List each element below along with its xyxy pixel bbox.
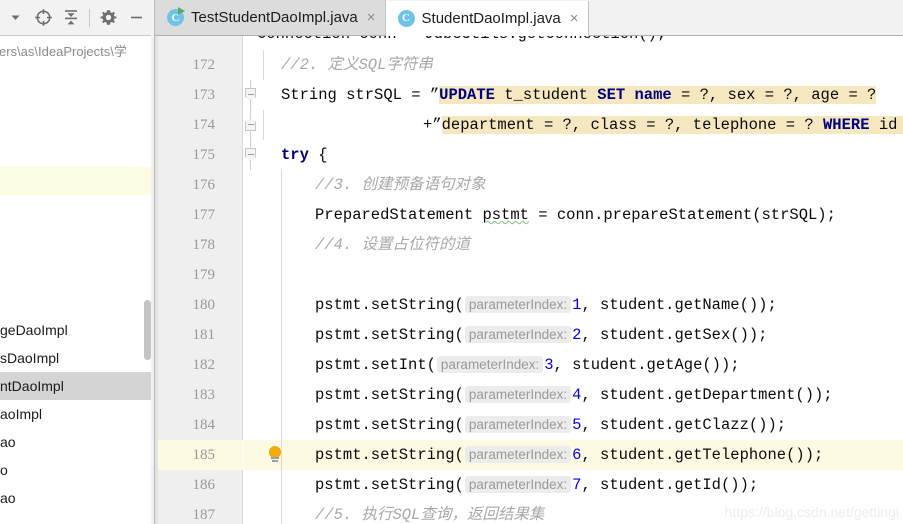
project-scrollbar-thumb[interactable]	[144, 300, 151, 360]
toolbar-separator	[89, 8, 90, 27]
tree-highlight-band	[0, 167, 151, 195]
breadcrumb: ers\as\IdeaProjects\学	[0, 37, 151, 63]
code-text: pstmt.setString(parameterIndex: 2, studen…	[315, 326, 768, 344]
collapse-all-icon[interactable]	[58, 5, 84, 31]
line-number: 183	[192, 387, 216, 403]
project-scrollbar[interactable]	[144, 37, 151, 524]
idea-window: ers\as\IdeaProjects\学 geDaoImpl sDaoImpl…	[0, 0, 903, 524]
tab-label: TestStudentDaoImpl.java	[191, 9, 358, 26]
line-number: 176	[192, 177, 216, 193]
parameter-hint: parameterIndex:	[464, 296, 572, 313]
code-text: PreparedStatement pstmt = conn.prepareSt…	[315, 206, 836, 224]
line-number: 182	[192, 357, 216, 373]
line-number: 184	[192, 417, 216, 433]
java-class-icon: C	[397, 9, 415, 27]
fold-marker[interactable]	[245, 110, 256, 140]
java-test-class-icon: C	[167, 7, 185, 26]
parameter-hint: parameterIndex:	[436, 356, 544, 373]
line-185: 185 pstmt.setString(parameterIndex: 6, st…	[155, 440, 903, 470]
line-177: 177 PreparedStatement pstmt = conn.prepa…	[155, 200, 903, 230]
breadcrumb-path: ers\as\IdeaProjects\学	[0, 43, 127, 59]
watermark: https://blog.csdn.net/gettingi	[724, 504, 899, 520]
code-editor[interactable]: Connection conn = JdbcUtils.getConnectio…	[155, 36, 903, 524]
line-179: 179	[155, 260, 903, 290]
code-text: pstmt.setInt(parameterIndex: 3, student.g…	[315, 356, 740, 374]
line-178: 178 //4. 设置占位符的道	[155, 230, 903, 260]
line-176: 176 //3. 创建预备语句对象	[155, 170, 903, 200]
tree-item-1[interactable]: sDaoImpl	[0, 344, 151, 372]
line-number: 172	[192, 57, 216, 73]
line-181: 181 pstmt.setString(parameterIndex: 2, st…	[155, 320, 903, 350]
line-number: 180	[192, 297, 216, 313]
code-text: pstmt.setString(parameterIndex: 7, studen…	[315, 476, 759, 494]
parameter-hint: parameterIndex:	[464, 446, 572, 463]
tree-item-6[interactable]: ao	[0, 484, 151, 512]
hide-panel-icon[interactable]	[123, 5, 149, 31]
line-number: 173	[192, 87, 216, 103]
editor-lines: 172 //2. 定义SQL字符串 173 String strSQL = ”U…	[155, 36, 903, 524]
line-number: 177	[192, 207, 216, 223]
tree-item-3[interactable]: aoImpl	[0, 400, 151, 428]
line-180: 180 pstmt.setString(parameterIndex: 1, st…	[155, 290, 903, 320]
line-number: 175	[192, 147, 216, 163]
line-173: 173 String strSQL = ”UPDATE t_student SE…	[155, 80, 903, 110]
tab-studentdaoimpl[interactable]: C StudentDaoImpl.java ×	[385, 1, 589, 36]
line-number: 187	[192, 507, 216, 523]
close-icon[interactable]: ×	[367, 9, 376, 26]
tab-label: StudentDaoImpl.java	[421, 9, 561, 27]
parameter-hint: parameterIndex:	[464, 416, 572, 433]
project-panel: ers\as\IdeaProjects\学 geDaoImpl sDaoImpl…	[0, 0, 155, 524]
dropdown-arrow-icon[interactable]	[2, 5, 28, 31]
code-text: pstmt.setString(parameterIndex: 5, studen…	[315, 416, 787, 434]
line-number: 178	[192, 237, 216, 253]
code-text: //3. 创建预备语句对象	[315, 176, 486, 194]
parameter-hint: parameterIndex:	[464, 476, 572, 493]
tree-item-0[interactable]: geDaoImpl	[0, 316, 151, 344]
settings-gear-icon[interactable]	[95, 5, 121, 31]
tree-item-4[interactable]: ao	[0, 428, 151, 456]
project-tree[interactable]: geDaoImpl sDaoImpl ntDaoImpl aoImpl ao o…	[0, 64, 151, 524]
code-text: +”department = ?, class = ?, telephone =…	[423, 110, 903, 140]
line-175: 175 try {	[155, 140, 903, 170]
tab-teststudentdaoimpl[interactable]: C TestStudentDaoImpl.java ×	[155, 0, 386, 35]
parameter-hint: parameterIndex:	[464, 386, 572, 403]
code-text: String strSQL = ”UPDATE t_student SET na…	[281, 86, 877, 104]
fold-marker[interactable]	[245, 80, 256, 110]
code-text: pstmt.setString(parameterIndex: 1, studen…	[315, 296, 777, 314]
line-number: 186	[192, 477, 216, 493]
code-text: //2. 定义SQL字符串	[281, 56, 433, 74]
line-184: 184 pstmt.setString(parameterIndex: 5, st…	[155, 410, 903, 440]
editor-tabs: C TestStudentDaoImpl.java × C StudentDao…	[155, 0, 903, 36]
line-183: 183 pstmt.setString(parameterIndex: 4, st…	[155, 380, 903, 410]
line-174: 174 +”department = ?, class = ?, telepho…	[155, 110, 903, 140]
code-text: //5. 执行SQL查询，返回结果集	[315, 506, 545, 524]
tree-item-2[interactable]: ntDaoImpl	[0, 372, 151, 400]
fold-marker[interactable]	[245, 140, 256, 170]
code-text: pstmt.setString(parameterIndex: 6, studen…	[315, 446, 824, 464]
line-number: 179	[192, 267, 216, 283]
tabbar-filler	[588, 0, 903, 35]
line-172: 172 //2. 定义SQL字符串	[155, 50, 903, 80]
locate-target-icon[interactable]	[30, 5, 56, 31]
code-text: pstmt.setString(parameterIndex: 4, studen…	[315, 386, 833, 404]
parameter-hint: parameterIndex:	[464, 326, 572, 343]
line-number: 185	[192, 447, 216, 463]
line-182: 182 pstmt.setInt(parameterIndex: 3, stude…	[155, 350, 903, 380]
code-text: try {	[281, 146, 328, 164]
close-icon[interactable]: ×	[570, 10, 579, 27]
line-186: 186 pstmt.setString(parameterIndex: 7, st…	[155, 470, 903, 500]
code-text: //4. 设置占位符的道	[315, 236, 471, 254]
line-number: 181	[192, 327, 216, 343]
project-toolbar	[0, 0, 155, 36]
line-number: 174	[192, 117, 216, 133]
tree-item-5[interactable]: o	[0, 456, 151, 484]
